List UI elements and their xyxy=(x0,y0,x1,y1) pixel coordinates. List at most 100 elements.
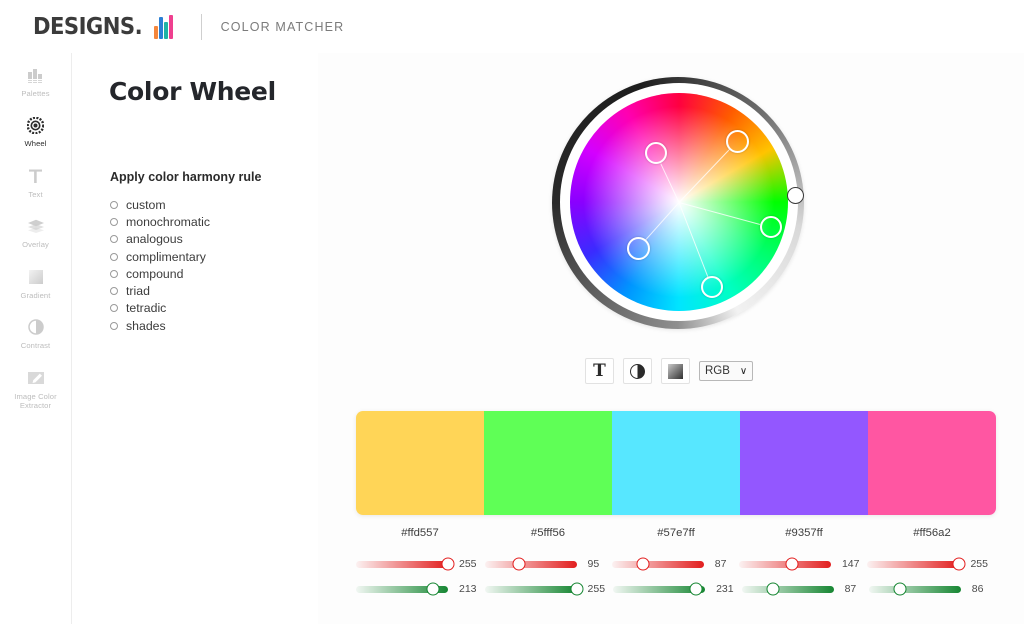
r-slider-track-5[interactable] xyxy=(867,557,966,571)
marker-yellow[interactable] xyxy=(645,142,667,164)
wheel-spoke xyxy=(678,149,730,203)
slider-cell: 213 xyxy=(356,582,485,596)
g-slider-track-5[interactable] xyxy=(868,582,961,596)
sidebar-item-text[interactable]: Text xyxy=(0,165,71,199)
harmony-rule-monochromatic[interactable]: monochromatic xyxy=(110,213,210,230)
harmony-rule-label: triad xyxy=(126,284,150,299)
harmony-rule-complimentary[interactable]: complimentary xyxy=(110,248,210,265)
sidebar-item-gradient[interactable]: Gradient xyxy=(0,266,71,300)
r-slider-value: 255 xyxy=(970,558,988,570)
r-slider-track-2[interactable] xyxy=(484,557,577,571)
harmony-rule-shades[interactable]: shades xyxy=(110,317,210,334)
radio-complimentary[interactable] xyxy=(110,252,118,261)
sidebar-item-image-color-extractor[interactable]: Image Color Extractor xyxy=(0,367,71,411)
harmony-rule-label: complimentary xyxy=(126,249,206,264)
radio-shades[interactable] xyxy=(110,321,118,330)
brightness-ring-handle[interactable] xyxy=(786,186,804,204)
swatch-2[interactable] xyxy=(484,411,612,515)
r-slider-thumb-5[interactable] xyxy=(952,557,966,571)
marker-cyan[interactable] xyxy=(760,216,782,238)
harmony-rule-analogous[interactable]: analogous xyxy=(110,231,210,248)
r-slider-thumb-4[interactable] xyxy=(785,557,799,571)
r-slider-value: 147 xyxy=(841,558,860,570)
color-wheel-disc[interactable] xyxy=(570,93,788,311)
r-channel-slider-row: 255 95 87 147 255 xyxy=(356,557,996,571)
contrast-tool-button[interactable] xyxy=(623,358,652,384)
r-slider-thumb-1[interactable] xyxy=(441,557,455,571)
g-slider-track-1[interactable] xyxy=(356,582,448,596)
color-mode-value: RGB xyxy=(705,365,730,377)
r-slider-track-3[interactable] xyxy=(611,557,704,571)
sidebar-item-palettes[interactable]: Palettes xyxy=(0,64,71,98)
g-slider-thumb-4[interactable] xyxy=(766,582,780,596)
sidebar-item-contrast[interactable]: Contrast xyxy=(0,316,71,350)
app-header: DESIGNS. COLOR MATCHER xyxy=(0,0,1024,53)
gradient-icon xyxy=(668,363,683,379)
radio-custom[interactable] xyxy=(110,200,118,209)
g-slider-track-3[interactable] xyxy=(613,582,706,596)
ai-logo-icon xyxy=(153,14,173,39)
radio-triad[interactable] xyxy=(110,287,118,296)
brand-logo[interactable]: DESIGNS. xyxy=(33,14,173,40)
harmony-rule-triad[interactable]: triad xyxy=(110,282,210,299)
chevron-down-icon: ∨ xyxy=(739,365,748,377)
gradient-tool-button[interactable] xyxy=(661,358,690,384)
radio-monochromatic[interactable] xyxy=(110,217,118,226)
marker-purple[interactable] xyxy=(701,276,723,298)
slider-cell: 95 xyxy=(484,557,612,571)
sidebar-item-label: Image Color Extractor xyxy=(14,391,57,411)
g-slider-track-4[interactable] xyxy=(741,582,834,596)
logo-wordmark: DESIGNS. xyxy=(33,13,143,40)
left-panel: Color Wheel Apply color harmony rule cus… xyxy=(73,53,318,624)
slider-cell: 255 xyxy=(356,557,485,571)
r-slider-thumb-2[interactable] xyxy=(512,557,526,571)
slider-cell: 86 xyxy=(868,582,996,596)
harmony-rule-tetradic[interactable]: tetradic xyxy=(110,300,210,317)
r-slider-value: 95 xyxy=(587,558,600,570)
radio-tetradic[interactable] xyxy=(110,304,118,313)
g-slider-track-2[interactable] xyxy=(484,582,584,596)
swatch-3[interactable] xyxy=(612,411,740,515)
swatch-5[interactable] xyxy=(868,411,996,515)
harmony-rule-label: compound xyxy=(126,266,184,281)
palette-hex-labels: #ffd557 #5fff56 #57e7ff #9357ff #ff56a2 xyxy=(356,527,996,539)
harmony-rule-list: custom monochromatic analogous complimentar… xyxy=(110,196,210,334)
g-slider-thumb-3[interactable] xyxy=(689,582,703,596)
sidebar-item-overlay[interactable]: Overlay xyxy=(0,215,71,249)
r-slider-track-1[interactable] xyxy=(356,557,455,571)
swatch-1[interactable] xyxy=(356,411,484,515)
radio-analogous[interactable] xyxy=(110,235,118,244)
radio-compound[interactable] xyxy=(110,269,118,278)
r-slider-value: 255 xyxy=(459,558,477,570)
harmony-rule-custom[interactable]: custom xyxy=(110,196,210,213)
marker-pink[interactable] xyxy=(626,236,650,260)
color-mode-select[interactable]: RGB ∨ xyxy=(699,361,754,381)
g-slider-thumb-1[interactable] xyxy=(426,582,440,596)
g-slider-thumb-2[interactable] xyxy=(570,582,584,596)
text-tool-button[interactable]: T xyxy=(585,358,614,384)
sidebar-item-label: Overlay xyxy=(22,240,49,250)
g-slider-thumb-5[interactable] xyxy=(893,582,907,596)
wheel-spoke xyxy=(645,202,680,241)
slider-cell: 87 xyxy=(741,582,869,596)
slider-cell: 255 xyxy=(867,557,996,571)
color-matcher-app: DESIGNS. COLOR MATCHER Palettes Wheel Text… xyxy=(0,0,1024,624)
brightness-ring[interactable] xyxy=(552,77,804,329)
harmony-rule-label: custom xyxy=(126,197,166,212)
right-panel: T RGB ∨ #ffd557 #5fff56 #57e7ff #9357ff #ff5… xyxy=(318,53,1024,624)
wheel-toolbar: T RGB ∨ xyxy=(585,358,754,384)
g-slider-value: 87 xyxy=(844,583,857,595)
harmony-rule-compound[interactable]: compound xyxy=(110,265,210,282)
swatch-hex-label: #9357ff xyxy=(785,527,823,539)
r-slider-thumb-3[interactable] xyxy=(636,557,650,571)
contrast-icon xyxy=(630,363,645,379)
sidebar-item-wheel[interactable]: Wheel xyxy=(0,114,71,148)
sidebar-item-label: Contrast xyxy=(20,341,51,351)
slider-cell: 231 xyxy=(613,582,742,596)
g-slider-value: 86 xyxy=(971,583,984,595)
palettes-icon xyxy=(27,64,44,86)
r-slider-track-4[interactable] xyxy=(738,557,831,571)
marker-green[interactable] xyxy=(725,129,749,153)
swatch-4[interactable] xyxy=(740,411,868,515)
swatch-hex-label: #57e7ff xyxy=(657,527,695,539)
